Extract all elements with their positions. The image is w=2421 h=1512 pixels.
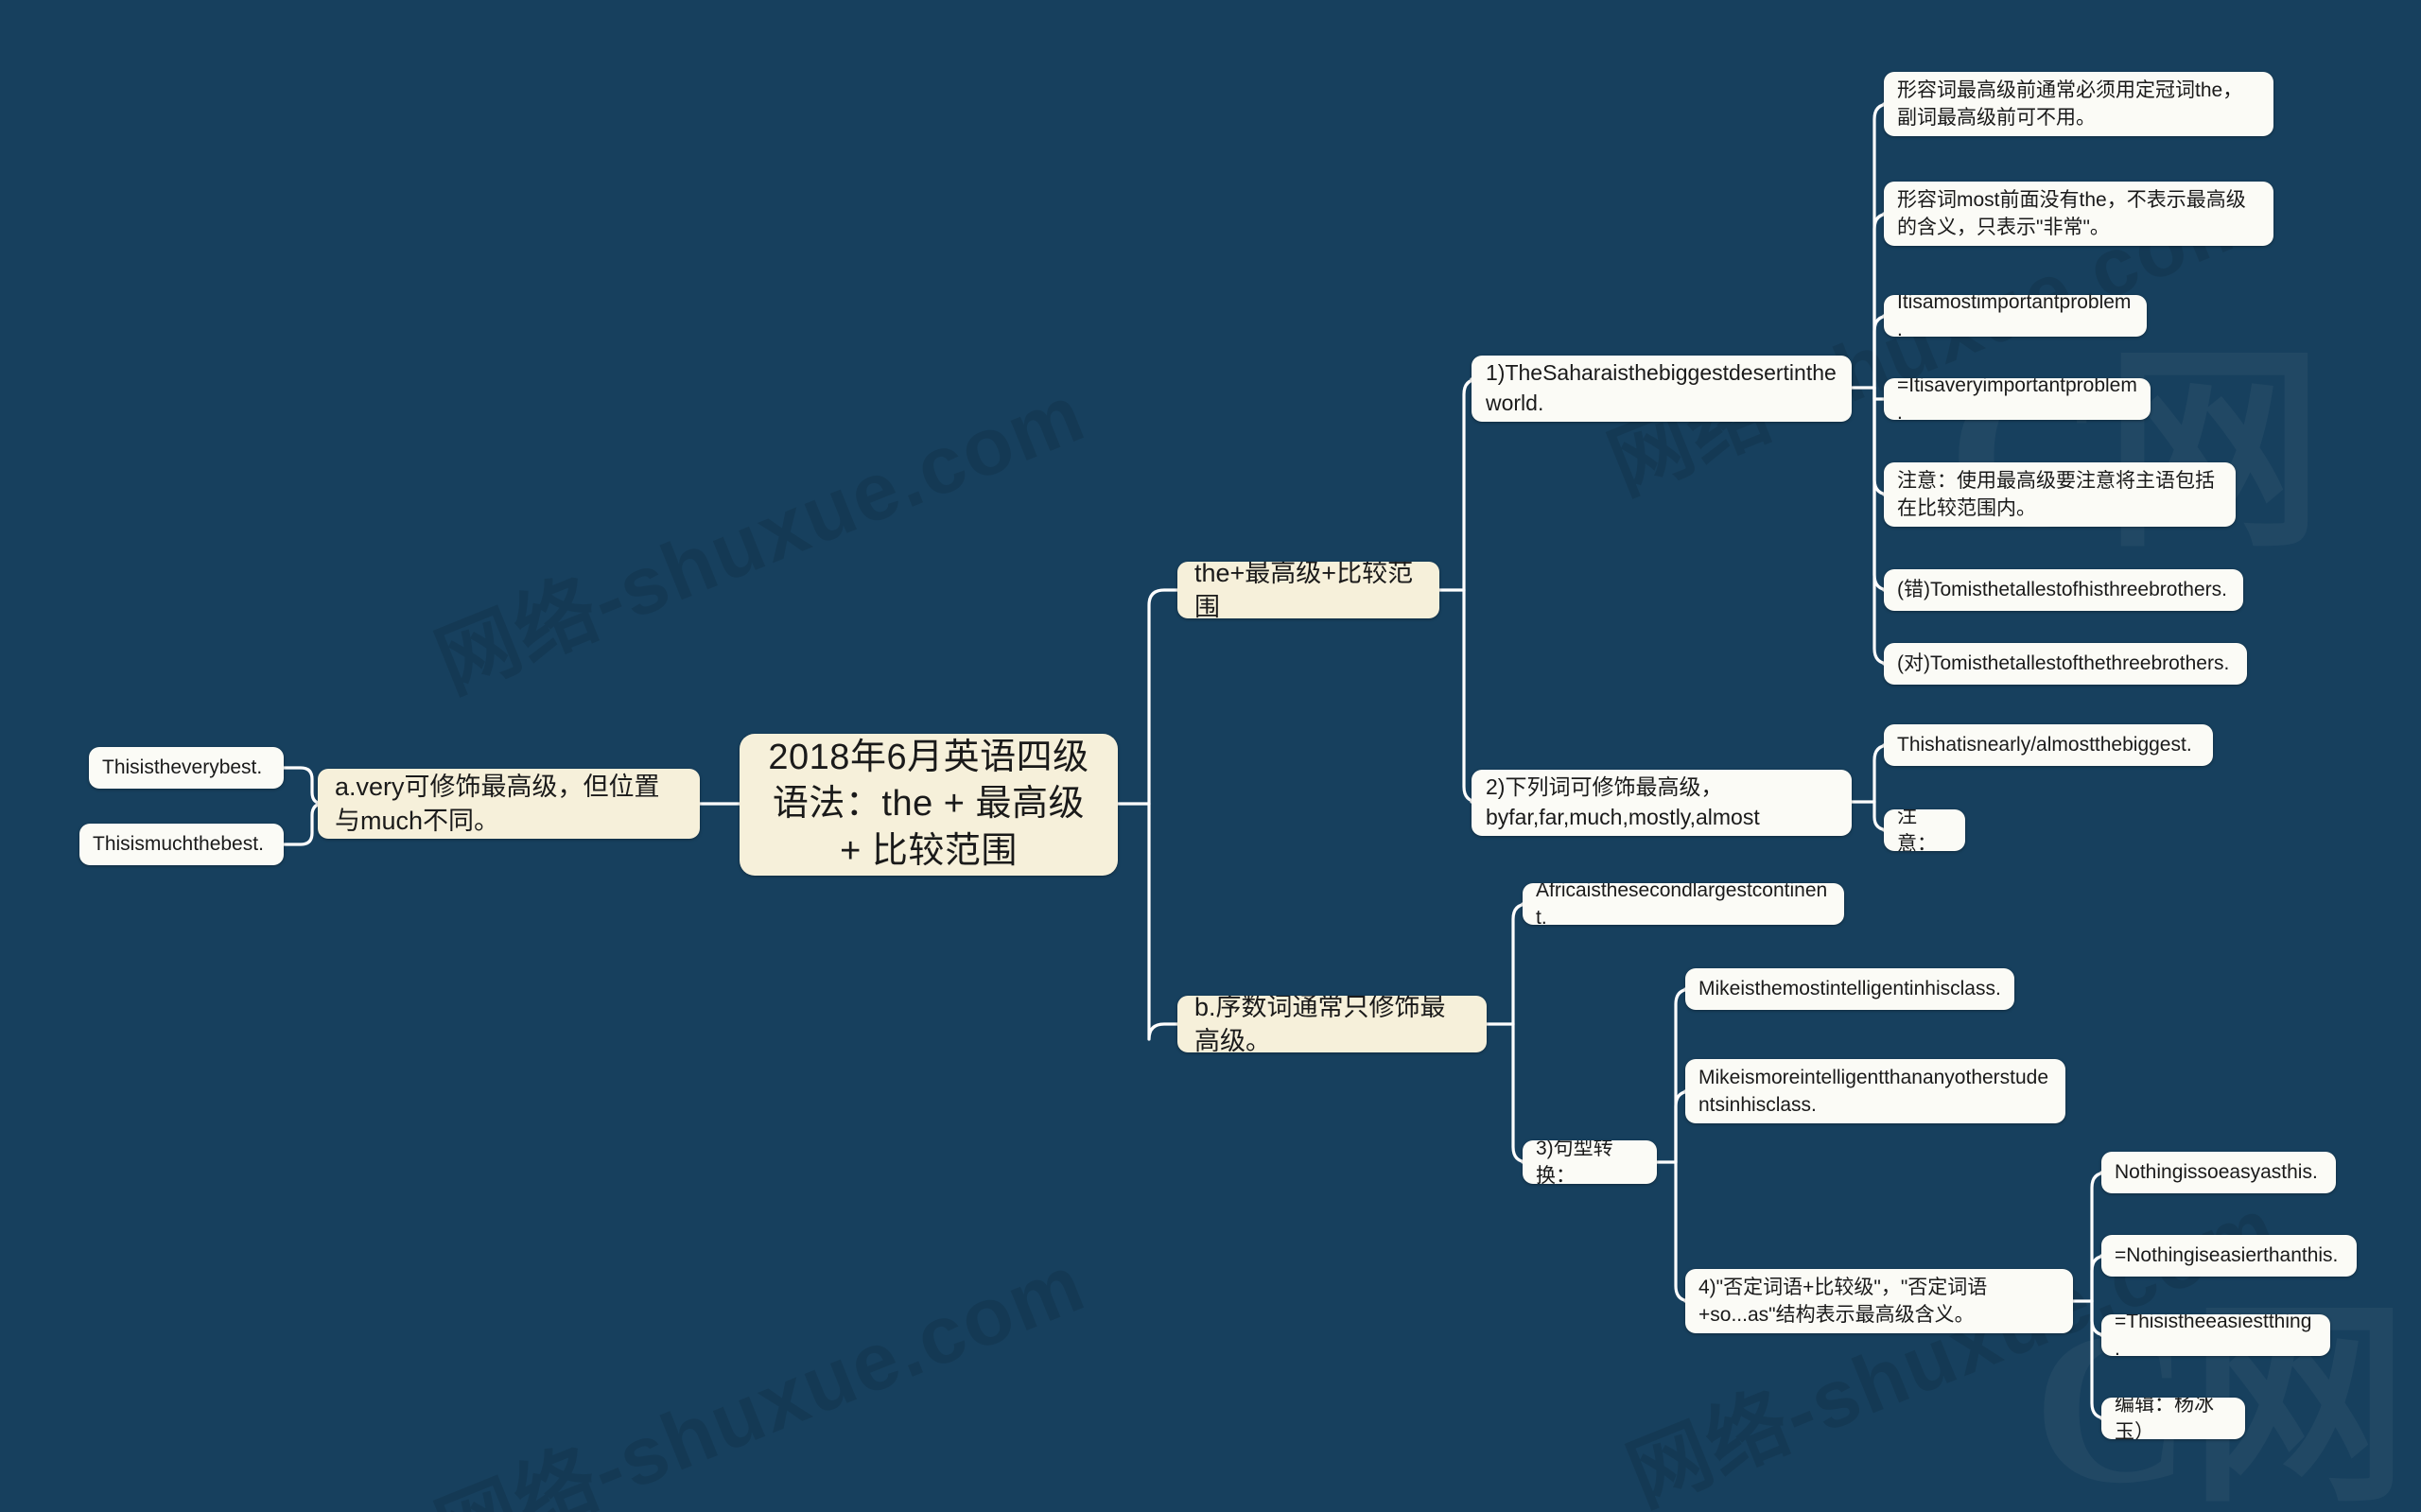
branch-a-very-label: a.very可修饰最高级，但位置与much不同。 <box>335 772 660 835</box>
example-tom-wrong[interactable]: (错)Tomisthetallestofhisthreebrothers. <box>1884 569 2243 611</box>
branch-the-superlative-scope[interactable]: the+最高级+比较范围 <box>1177 562 1439 618</box>
node-sentence-transformation[interactable]: 3)句型转换： <box>1523 1140 1657 1184</box>
example-a-most-important-problem[interactable]: Itisamostimportantproblem. <box>1884 295 2147 337</box>
branch-label: b.序数词通常只修饰最高级。 <box>1194 996 1446 1052</box>
branch-b-ordinal[interactable]: b.序数词通常只修饰最高级。 <box>1177 996 1487 1052</box>
example-label: =Nothingiseasierthanthis. <box>2115 1244 2339 1267</box>
example-label: Thishatisnearly/almostthebiggest. <box>1897 734 2192 756</box>
example-label: Africaisthesecondlargestcontinent. <box>1536 883 1828 925</box>
leaf-this-is-much-the-best[interactable]: Thisismuchthebest. <box>79 824 284 865</box>
editor-credit[interactable]: 编辑：杨冰玉） <box>2101 1398 2245 1439</box>
leaf-label: Thisismuchthebest. <box>93 833 264 856</box>
example-a-very-important-problem[interactable]: =Itisaveryimportantproblem. <box>1884 378 2151 420</box>
example-nothing-so-easy[interactable]: Nothingissoeasyasthis. <box>2101 1152 2336 1193</box>
note-label: 形容词最高级前通常必须用定冠词the，副词最高级前可不用。 <box>1897 78 2243 129</box>
example-label: (错)Tomisthetallestofhisthreebrothers. <box>1897 579 2227 601</box>
mindmap-canvas: 网络-shuxue.com 网络-shuxue.com 网络-shuxue.co… <box>0 0 2421 1512</box>
editor-credit-label: 编辑：杨冰玉） <box>2115 1398 2214 1439</box>
branch-label: the+最高级+比较范围 <box>1194 562 1414 618</box>
example-nearly-almost-biggest[interactable]: Thishatisnearly/almostthebiggest. <box>1884 724 2213 766</box>
leaf-label: Thisistheverybest. <box>102 756 263 779</box>
note-most-without-the[interactable]: 形容词most前面没有the，不表示最高级的含义，只表示"非常"。 <box>1884 182 2273 246</box>
node-label: 2)下列词可修饰最高级，byfar,far,much,mostly,almost <box>1486 774 1760 829</box>
note-include-subject-in-scope[interactable]: 注意：使用最高级要注意将主语包括在比较范围内。 <box>1884 462 2236 527</box>
node-label: 4)"否定词语+比较级"，"否定词语+so...as"结构表示最高级含义。 <box>1698 1276 1988 1326</box>
example-label: =Thisistheeasiestthing. <box>2115 1314 2312 1356</box>
example-label: Itisamostimportantproblem. <box>1897 295 2132 337</box>
connector-root-to-b <box>1147 802 1179 1041</box>
leaf-this-is-the-very-best[interactable]: Thisistheverybest. <box>89 747 284 789</box>
node-sahara-example[interactable]: 1)TheSaharaisthebiggestdesertintheworld. <box>1472 356 1852 422</box>
root-node[interactable]: 2018年6月英语四级语法：the + 最高级 + 比较范围 <box>740 734 1118 876</box>
note-label: 形容词most前面没有the，不表示最高级的含义，只表示"非常"。 <box>1897 188 2246 238</box>
example-mike-most-intelligent[interactable]: Mikeisthemostintelligentinhisclass. <box>1685 968 2014 1010</box>
note-adjective-superlative-the[interactable]: 形容词最高级前通常必须用定冠词the，副词最高级前可不用。 <box>1884 72 2273 136</box>
branch-a-very[interactable]: a.very可修饰最高级，但位置与much不同。 <box>318 769 700 839</box>
node-label: 1)TheSaharaisthebiggestdesertintheworld. <box>1486 360 1837 415</box>
node-superlative-modifiers[interactable]: 2)下列词可修饰最高级，byfar,far,much,mostly,almost <box>1472 770 1852 836</box>
connector-root-to-the <box>1147 588 1179 806</box>
example-label: Mikeisthemostintelligentinhisclass. <box>1698 978 2001 1000</box>
example-easiest-thing[interactable]: =Thisistheeasiestthing. <box>2101 1314 2330 1356</box>
connector-n1-c1 <box>1872 102 1891 390</box>
example-nothing-easier[interactable]: =Nothingiseasierthanthis. <box>2101 1235 2357 1277</box>
note-label: 注意：使用最高级要注意将主语包括在比较范围内。 <box>1897 469 2215 519</box>
example-label: (对)Tomisthetallestofthethreebrothers. <box>1897 652 2230 675</box>
example-africa-second-largest[interactable]: Africaisthesecondlargestcontinent. <box>1523 883 1844 925</box>
example-label: Mikeismoreintelligentthananyotherstudent… <box>1698 1066 2049 1116</box>
node-negative-plus-comparative[interactable]: 4)"否定词语+比较级"，"否定词语+so...as"结构表示最高级含义。 <box>1685 1269 2073 1333</box>
root-node-label: 2018年6月英语四级语法：the + 最高级 + 比较范围 <box>768 737 1096 871</box>
example-mike-more-intelligent[interactable]: Mikeismoreintelligentthananyotherstudent… <box>1685 1059 2065 1123</box>
connector-n1-c7 <box>1872 386 1891 666</box>
example-label: Nothingissoeasyasthis. <box>2115 1161 2318 1184</box>
node-label: 3)句型转换： <box>1536 1140 1613 1184</box>
example-tom-correct[interactable]: (对)Tomisthetallestofthethreebrothers. <box>1884 643 2247 685</box>
connector-n1-c4 <box>1872 386 1886 401</box>
example-label: =Itisaveryimportantproblem. <box>1897 378 2137 420</box>
watermark-text: 网络-shuxue.com <box>424 367 1097 710</box>
watermark-text: 网络-shuxue.com <box>424 1237 1097 1512</box>
note-attention[interactable]: 注意： <box>1884 809 1965 851</box>
note-label: 注意： <box>1897 809 1937 851</box>
